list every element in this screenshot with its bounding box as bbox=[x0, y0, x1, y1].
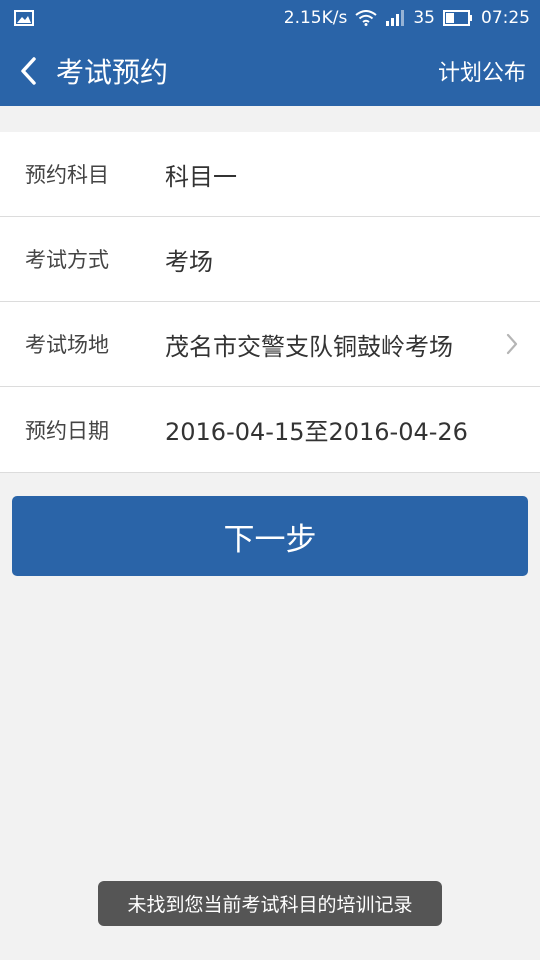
chevron-right-icon bbox=[498, 333, 518, 355]
subject-value: 科目一 bbox=[165, 162, 237, 191]
toast-message: 未找到您当前考试科目的培训记录 bbox=[98, 881, 442, 926]
back-button[interactable] bbox=[0, 36, 56, 106]
app-bar: 考试预约 计划公布 bbox=[0, 36, 540, 106]
exam-method-value: 考场 bbox=[165, 247, 213, 276]
row-appointment-date: 预约日期 2016-04-15至2016-04-26 bbox=[0, 387, 540, 472]
battery-level: 35 bbox=[413, 8, 435, 28]
signal-icon bbox=[385, 10, 405, 26]
wifi-icon bbox=[355, 10, 377, 26]
exam-method-label: 考试方式 bbox=[25, 248, 109, 272]
status-bar: 2.15K/s 35 07:25 bbox=[0, 0, 540, 36]
chevron-left-icon bbox=[21, 57, 36, 85]
appointment-date-value: 2016-04-15至2016-04-26 bbox=[165, 418, 468, 446]
row-exam-method: 考试方式 考场 bbox=[0, 217, 540, 302]
status-left bbox=[14, 10, 284, 26]
row-subject: 预约科目 科目一 bbox=[0, 132, 540, 217]
row-exam-venue[interactable]: 考试场地 茂名市交警支队铜鼓岭考场 bbox=[0, 302, 540, 387]
appointment-form: 预约科目 科目一 考试方式 考场 考试场地 茂名市交警支队铜鼓岭考场 预约日期 … bbox=[0, 132, 540, 473]
exam-venue-value: 茂名市交警支队铜鼓岭考场 bbox=[165, 332, 453, 361]
plan-announcement-link[interactable]: 计划公布 bbox=[438, 55, 540, 87]
net-speed: 2.15K/s bbox=[283, 8, 348, 28]
status-right: 2.15K/s 35 07:25 bbox=[284, 8, 530, 28]
image-icon bbox=[14, 10, 34, 26]
page-title: 考试预约 bbox=[56, 56, 169, 89]
battery-icon bbox=[443, 10, 473, 26]
exam-venue-label: 考试场地 bbox=[25, 333, 109, 357]
next-step-button[interactable]: 下一步 bbox=[12, 496, 528, 576]
status-time: 07:25 bbox=[481, 8, 530, 28]
appointment-date-label: 预约日期 bbox=[25, 418, 109, 443]
subject-label: 预约科目 bbox=[25, 163, 109, 187]
